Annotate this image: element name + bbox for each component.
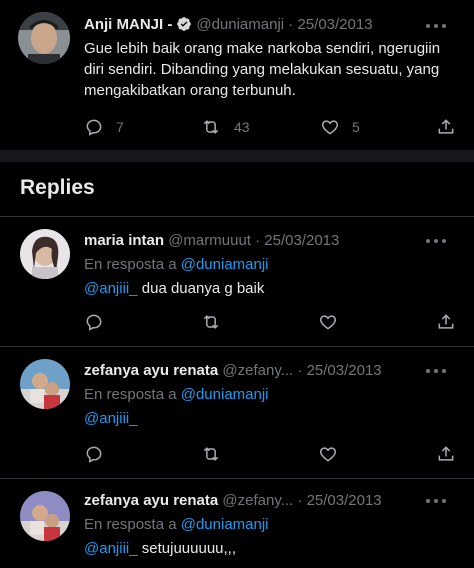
- retweet-button[interactable]: [200, 311, 222, 333]
- tweet-actions: 7 43 5: [0, 116, 474, 138]
- reply-tweet[interactable]: zefanya ayu renata @zefany... · 25/03/20…: [0, 347, 474, 477]
- tweet-text: Gue lebih baik orang make narkoba sendir…: [84, 40, 441, 99]
- tweet-header: maria intan @marmuuut · 25/03/2013: [84, 232, 339, 250]
- reply-count: 7: [116, 119, 124, 135]
- reply-prefix: En resposta a: [84, 386, 177, 403]
- like-icon: [321, 120, 339, 135]
- separator: ·: [297, 492, 303, 509]
- share-icon: [438, 446, 454, 461]
- mention-link[interactable]: @anjiii_: [84, 410, 138, 427]
- avatar[interactable]: [18, 12, 70, 64]
- reply-tweet[interactable]: zefanya ayu renata @zefany... · 25/03/20…: [0, 479, 474, 568]
- reply-icon: [86, 446, 102, 463]
- author-name[interactable]: maria intan: [84, 232, 164, 249]
- reply-text: dua duanya g baik: [137, 280, 265, 297]
- retweet-button[interactable]: 43: [200, 116, 250, 138]
- author-handle[interactable]: @zefany...: [222, 362, 293, 379]
- share-icon: [438, 119, 454, 134]
- tweet-text: @anjiii_ setujuuuuuu,,,: [84, 538, 236, 559]
- retweet-button[interactable]: [200, 443, 222, 465]
- separator: ·: [297, 362, 303, 379]
- reply-button[interactable]: [84, 311, 104, 333]
- reply-prefix: En resposta a: [84, 256, 177, 273]
- avatar[interactable]: [20, 229, 70, 279]
- tweet-actions: [0, 443, 474, 465]
- reply-icon: [86, 314, 102, 331]
- avatar[interactable]: [20, 359, 70, 409]
- reply-to-link[interactable]: @duniamanji: [181, 386, 269, 403]
- tweet-text: @anjiii_: [84, 408, 138, 429]
- author-name[interactable]: zefanya ayu renata: [84, 492, 218, 509]
- reply-prefix: En resposta a: [84, 516, 177, 533]
- retweet-icon: [203, 447, 219, 461]
- more-icon[interactable]: [426, 24, 446, 30]
- tweet-header: Anji MANJI - @duniamanji · 25/03/2013: [84, 16, 373, 34]
- replies-heading: Replies: [20, 176, 95, 199]
- reply-text: setujuuuuuu,,,: [137, 540, 237, 557]
- tweet-date[interactable]: 25/03/2013: [297, 16, 372, 33]
- like-count: 5: [352, 119, 360, 135]
- tweet-text: @anjiii_ dua duanya g baik: [84, 278, 264, 299]
- share-button[interactable]: [436, 311, 456, 333]
- retweet-count: 43: [234, 119, 250, 135]
- retweet-icon: [203, 120, 219, 134]
- reply-context: En resposta a @duniamanji: [84, 384, 269, 405]
- reply-context: En resposta a @duniamanji: [84, 254, 269, 275]
- author-name[interactable]: Anji MANJI -: [84, 16, 172, 33]
- more-icon[interactable]: [426, 369, 446, 375]
- retweet-icon: [203, 315, 219, 329]
- reply-context: En resposta a @duniamanji: [84, 514, 269, 535]
- tweet-header: zefanya ayu renata @zefany... · 25/03/20…: [84, 492, 382, 510]
- author-handle[interactable]: @zefany...: [222, 492, 293, 509]
- reply-icon: [86, 119, 102, 136]
- more-icon[interactable]: [426, 499, 446, 505]
- reply-button[interactable]: [84, 443, 104, 465]
- mention-link[interactable]: @anjiii_: [84, 280, 138, 297]
- like-button[interactable]: [318, 443, 338, 465]
- main-tweet: Anji MANJI - @duniamanji · 25/03/2013 Gue…: [0, 0, 474, 150]
- reply-tweet[interactable]: maria intan @marmuuut · 25/03/2013 En re…: [0, 217, 474, 345]
- more-icon[interactable]: [426, 239, 446, 245]
- author-handle[interactable]: @marmuuut: [168, 232, 251, 249]
- tweet-header: zefanya ayu renata @zefany... · 25/03/20…: [84, 362, 382, 380]
- share-icon: [438, 314, 454, 329]
- reply-to-link[interactable]: @duniamanji: [181, 256, 269, 273]
- separator: ·: [255, 232, 261, 249]
- share-button[interactable]: [436, 116, 456, 138]
- share-button[interactable]: [436, 443, 456, 465]
- tweet-date[interactable]: 25/03/2013: [307, 492, 382, 509]
- author-handle[interactable]: @duniamanji: [196, 16, 284, 33]
- like-icon: [319, 447, 337, 462]
- tweet-date[interactable]: 25/03/2013: [264, 232, 339, 249]
- like-button[interactable]: [318, 311, 338, 333]
- reply-to-link[interactable]: @duniamanji: [181, 516, 269, 533]
- avatar[interactable]: [20, 491, 70, 541]
- like-icon: [319, 315, 337, 330]
- verified-badge-icon: [176, 16, 192, 32]
- reply-button[interactable]: 7: [84, 116, 124, 138]
- like-button[interactable]: 5: [320, 116, 360, 138]
- tweet-date[interactable]: 25/03/2013: [307, 362, 382, 379]
- separator: ·: [288, 16, 294, 33]
- section-divider: [0, 150, 474, 162]
- mention-link[interactable]: @anjiii_: [84, 540, 138, 557]
- author-name[interactable]: zefanya ayu renata: [84, 362, 218, 379]
- tweet-actions: [0, 311, 474, 333]
